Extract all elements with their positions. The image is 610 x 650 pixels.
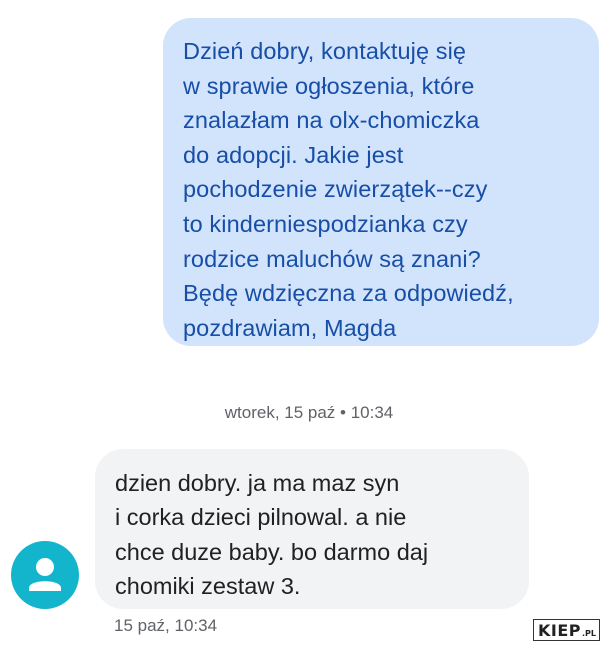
outgoing-message-line: Dzień dobry, kontaktuję się	[183, 38, 467, 64]
message-timestamp: 15 paź, 10:34	[114, 616, 218, 635]
watermark-text: KIEP	[537, 620, 581, 640]
outgoing-message-bubble[interactable]: Dzień dobry, kontaktuję się w sprawie og…	[163, 18, 599, 346]
incoming-message-line: chce duze baby. bo darmo daj	[115, 538, 429, 565]
outgoing-message-line: to kinderniespodzianka czy	[183, 210, 468, 237]
incoming-message-line: chomiki zestaw 3.	[115, 572, 301, 599]
person-icon	[29, 558, 61, 591]
outgoing-message-line: rodzice maluchów są znani?	[183, 245, 481, 272]
date-separator: wtorek, 15 paź • 10:34	[224, 403, 394, 422]
watermark-suffix: .PL	[582, 628, 596, 638]
incoming-message-line: dzien dobry. ja ma maz syn	[115, 470, 400, 496]
sender-avatar[interactable]	[11, 541, 79, 609]
watermark-logo: KIEP .PL	[532, 619, 600, 641]
outgoing-message-line: pochodzenie zwierzątek--czy	[183, 176, 488, 203]
outgoing-message-line: Będę wdzięczna za odpowiedź,	[183, 280, 514, 307]
outgoing-message-line: znalazłam na olx-chomiczka	[183, 107, 480, 134]
outgoing-message-line: w sprawie ogłoszenia, które	[183, 72, 475, 99]
outgoing-message-line: do adopcji. Jakie jest	[183, 141, 404, 168]
incoming-message-bubble[interactable]: dzien dobry. ja ma maz syn i corka dziec…	[95, 449, 529, 609]
outgoing-message-line: pozdrawiam, Magda	[183, 314, 397, 341]
incoming-message-line: i corka dzieci pilnowal. a nie	[115, 504, 407, 531]
